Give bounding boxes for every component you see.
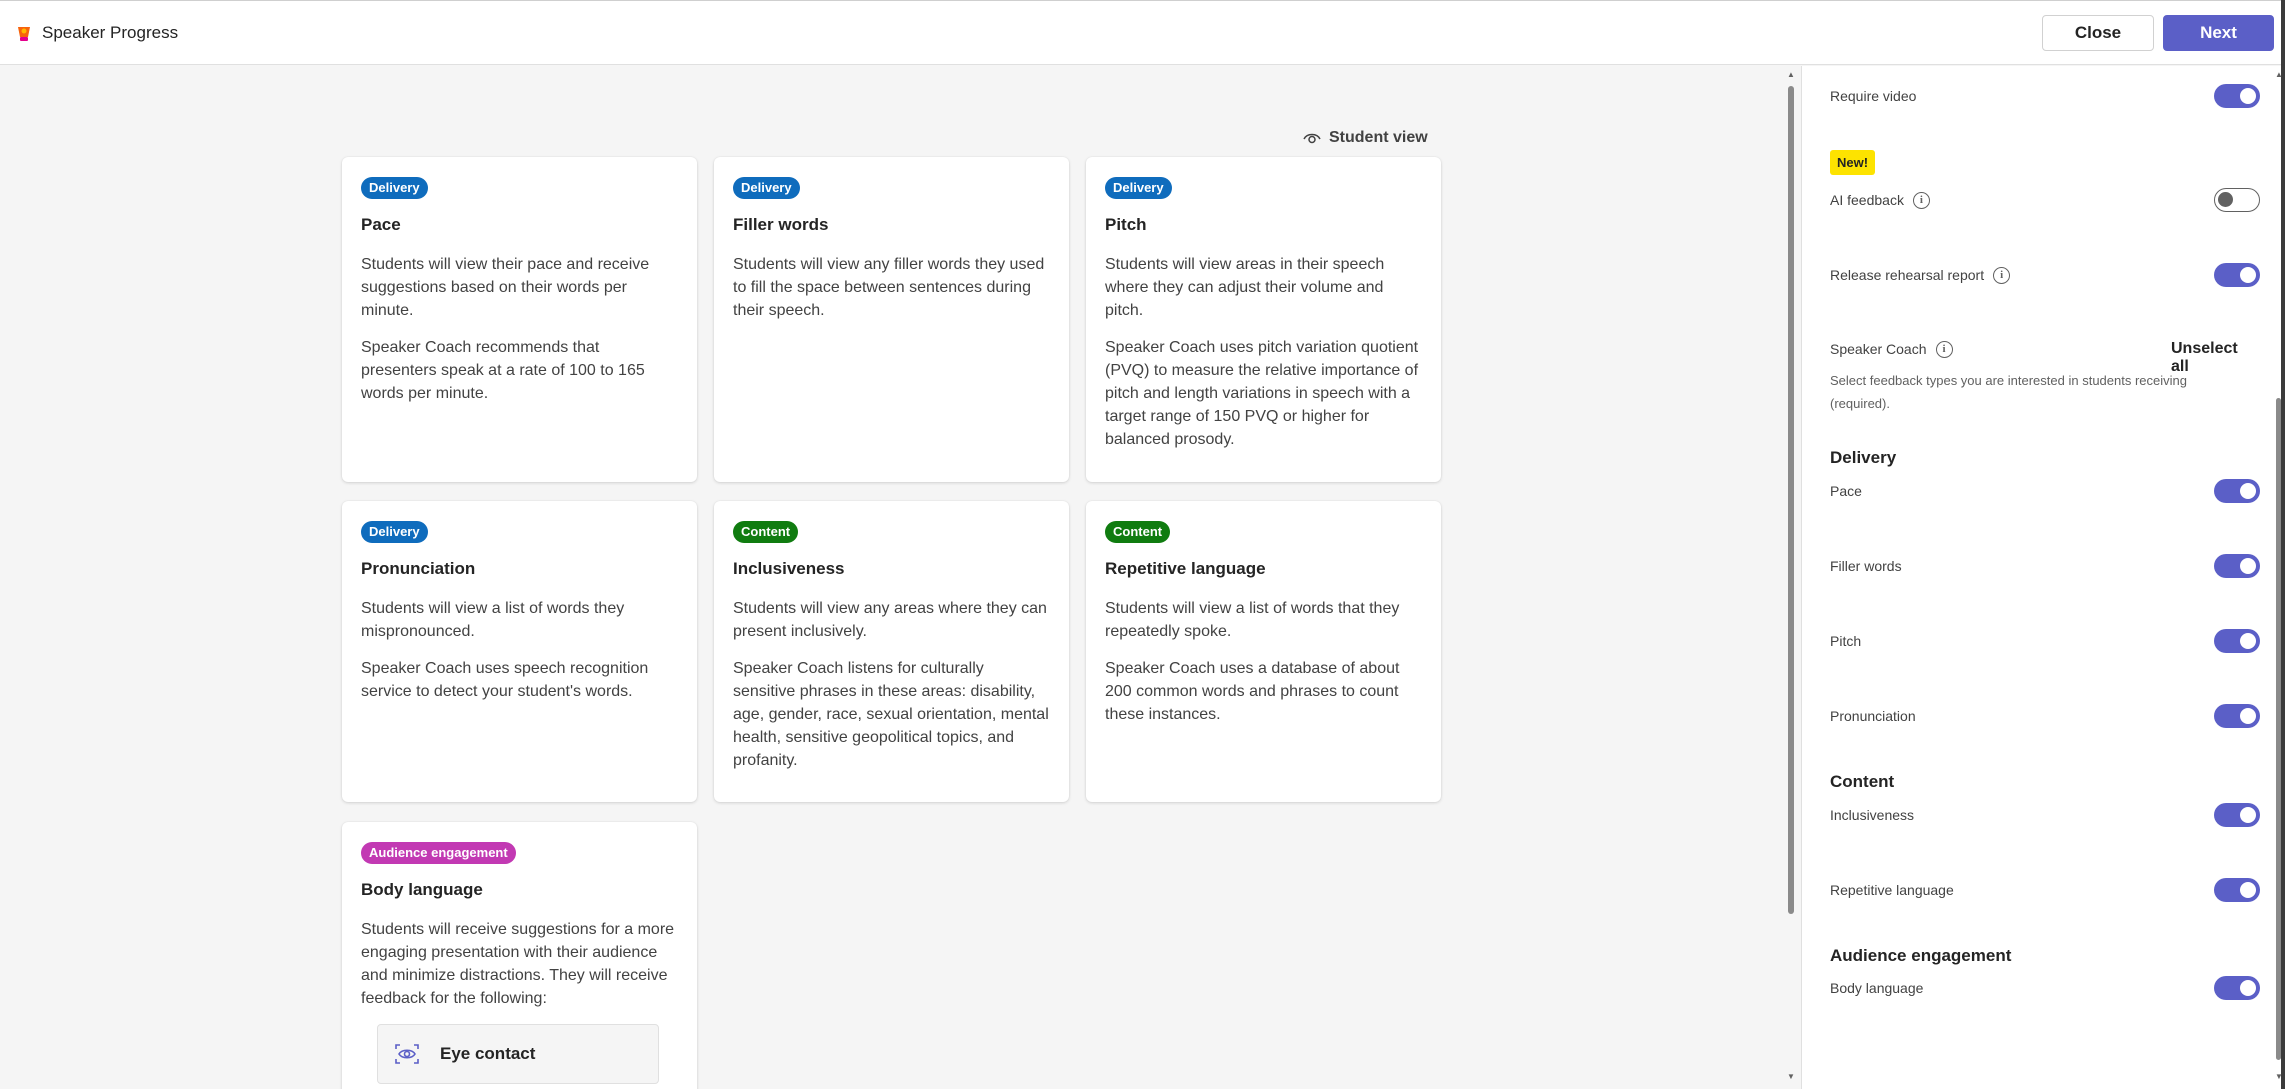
toggle-label: Body language	[1830, 980, 1924, 996]
toggle-label: Pitch	[1830, 633, 1862, 649]
toggle-label: Pace	[1830, 483, 1862, 499]
card-text: Speaker Coach recommends that presenters…	[361, 339, 645, 402]
card-text: Students will view a list of words they …	[361, 600, 625, 640]
require-video-row: Require video	[1830, 83, 2260, 109]
category-tag: Content	[733, 521, 799, 543]
card-text: Speaker Coach uses a database of about 2…	[1105, 660, 1400, 723]
card-text: Speaker Coach uses speech recognition se…	[361, 660, 649, 700]
card-title: Repetitive language	[1105, 559, 1266, 578]
card-title: Pitch	[1105, 215, 1147, 234]
settings-panel: Require video New! AI feedback i Release…	[1801, 66, 2281, 1089]
toggle-row-repetitive-language: Repetitive language	[1830, 877, 2260, 903]
category-tag: Delivery	[361, 177, 428, 199]
panel-scrollbar-thumb[interactable]	[2276, 398, 2281, 1060]
app-title: Speaker Progress	[42, 23, 179, 42]
main-content: Student view Delivery Pace Students will…	[0, 66, 1800, 1089]
category-tag: Delivery	[1105, 177, 1172, 199]
eye-contact-item: Eye contact	[377, 1024, 659, 1084]
window-edge	[2281, 0, 2285, 1089]
speaker-coach-label: Speaker Coach	[1830, 341, 1927, 357]
category-tag: Delivery	[361, 521, 428, 543]
card-text: Speaker Coach uses pitch variation quoti…	[1105, 339, 1419, 448]
release-report-row: Release rehearsal report i	[1830, 262, 2260, 288]
toggle-label: Inclusiveness	[1830, 807, 1915, 823]
require-video-label: Require video	[1830, 88, 1917, 104]
eye-icon	[1303, 133, 1321, 144]
release-report-toggle[interactable]	[2214, 263, 2260, 287]
new-badge: New!	[1830, 150, 1876, 175]
app-logo-icon	[18, 27, 30, 41]
ai-feedback-toggle[interactable]	[2214, 188, 2260, 212]
info-icon[interactable]: i	[1912, 191, 1930, 209]
category-tag: Delivery	[733, 177, 800, 199]
toggle-row-filler-words: Filler words	[1830, 553, 2260, 579]
release-report-label: Release rehearsal report	[1830, 267, 1985, 283]
main-scrollbar-thumb[interactable]	[1788, 86, 1794, 914]
feedback-card-pitch: Delivery Pitch Students will view areas …	[1086, 157, 1441, 482]
filler-words-toggle[interactable]	[2214, 554, 2260, 578]
category-tag: Audience engagement	[361, 842, 516, 864]
card-text: Students will receive suggestions for a …	[361, 921, 675, 1007]
card-title: Pronunciation	[361, 559, 476, 578]
eye-contact-label: Eye contact	[440, 1044, 536, 1063]
toggle-label: Repetitive language	[1830, 882, 1954, 898]
body-language-toggle[interactable]	[2214, 976, 2260, 1000]
panel-scroll-down-arrow[interactable]: ▼	[2275, 1072, 2283, 1081]
next-button[interactable]: Next	[2163, 15, 2274, 51]
card-text: Speaker Coach listens for culturally sen…	[733, 660, 1049, 769]
feedback-types-description: Select feedback types you are interested…	[1830, 373, 2187, 411]
card-text: Students will view any areas where they …	[733, 600, 1047, 640]
pitch-toggle[interactable]	[2214, 629, 2260, 653]
pace-toggle[interactable]	[2214, 479, 2260, 503]
require-video-toggle[interactable]	[2214, 84, 2260, 108]
title-bar: Speaker Progress Close Next	[0, 0, 2285, 65]
section-heading-audience-engagement: Audience engagement	[1830, 946, 2012, 965]
card-title: Inclusiveness	[733, 559, 845, 578]
info-icon[interactable]: i	[1935, 340, 1953, 358]
toggle-row-pronunciation: Pronunciation	[1830, 703, 2260, 729]
close-button[interactable]: Close	[2042, 15, 2154, 51]
student-view-label: Student view	[1329, 129, 1428, 146]
feedback-card-body-language: Audience engagement Body language Studen…	[342, 822, 697, 1089]
feedback-card-pronunciation: Delivery Pronunciation Students will vie…	[342, 501, 697, 802]
category-tag: Content	[1105, 521, 1171, 543]
card-title: Pace	[361, 215, 401, 234]
repetitive-language-toggle[interactable]	[2214, 878, 2260, 902]
card-text: Students will view any filler words they…	[733, 256, 1045, 319]
pronunciation-toggle[interactable]	[2214, 704, 2260, 728]
card-title: Body language	[361, 880, 483, 899]
toggle-row-inclusiveness: Inclusiveness	[1830, 802, 2260, 828]
inclusiveness-toggle[interactable]	[2214, 803, 2260, 827]
toggle-label: Pronunciation	[1830, 708, 1916, 724]
toggle-label: Filler words	[1830, 558, 1902, 574]
section-heading-content: Content	[1830, 772, 1895, 791]
ai-feedback-row: AI feedback i	[1830, 187, 2260, 213]
feedback-card-inclusiveness: Content Inclusiveness Students will view…	[714, 501, 1069, 802]
toggle-row-pace: Pace	[1830, 478, 2260, 504]
ai-feedback-label: AI feedback	[1830, 192, 1904, 208]
main-scroll-down-arrow[interactable]: ▼	[1787, 1072, 1795, 1081]
toggle-row-body-language: Body language	[1830, 975, 2260, 1001]
main-scroll-up-arrow[interactable]: ▲	[1787, 70, 1795, 79]
eye-contact-icon	[395, 1044, 419, 1064]
card-text: Students will view a list of words that …	[1105, 600, 1400, 640]
card-text: Students will view areas in their speech…	[1105, 256, 1385, 319]
info-icon[interactable]: i	[1993, 266, 2011, 284]
toggle-row-pitch: Pitch	[1830, 628, 2260, 654]
feedback-card-filler-words: Delivery Filler words Students will view…	[714, 157, 1069, 482]
card-text: Students will view their pace and receiv…	[361, 256, 650, 319]
card-title: Filler words	[733, 215, 829, 234]
panel-scroll-up-arrow[interactable]: ▲	[2275, 70, 2283, 79]
feedback-card-repetitive-language: Content Repetitive language Students wil…	[1086, 501, 1441, 802]
speaker-coach-row: Speaker Coach i Unselect all	[1830, 336, 2240, 375]
student-view-button[interactable]: Student view	[1303, 129, 1428, 147]
section-heading-delivery: Delivery	[1830, 448, 1897, 467]
feedback-card-pace: Delivery Pace Students will view their p…	[342, 157, 697, 482]
